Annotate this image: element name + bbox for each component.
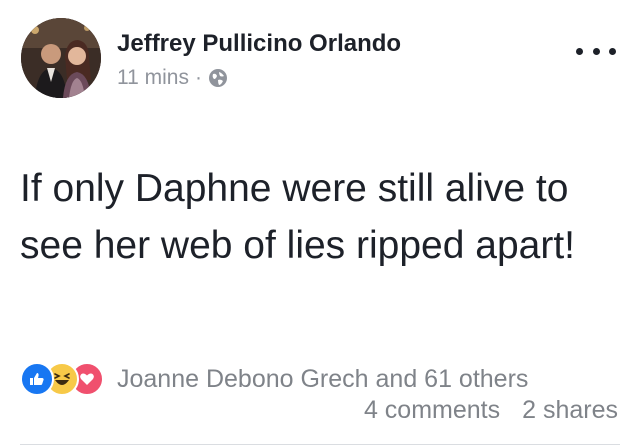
- facebook-post: Jeffrey Pullicino Orlando 11 mins · If o…: [0, 0, 640, 447]
- post-meta: 11 mins ·: [117, 66, 228, 90]
- shares-count[interactable]: 2 shares: [522, 396, 618, 425]
- author-avatar[interactable]: [21, 18, 101, 98]
- reaction-icons[interactable]: [20, 362, 104, 396]
- comments-count[interactable]: 4 comments: [364, 396, 500, 425]
- author-name[interactable]: Jeffrey Pullicino Orlando: [117, 30, 401, 58]
- post-timestamp[interactable]: 11 mins: [117, 66, 189, 90]
- like-icon: [20, 362, 54, 396]
- post-text: If only Daphne were still alive to see h…: [20, 167, 575, 267]
- globe-icon[interactable]: [208, 68, 228, 88]
- divider: [20, 444, 620, 445]
- reactions-summary[interactable]: Joanne Debono Grech and 61 others: [20, 362, 528, 396]
- engagement-counts: 4 comments 2 shares: [364, 396, 618, 425]
- reactors-text[interactable]: Joanne Debono Grech and 61 others: [117, 365, 528, 394]
- meta-separator: ·: [194, 66, 202, 89]
- more-options-icon[interactable]: [576, 36, 616, 66]
